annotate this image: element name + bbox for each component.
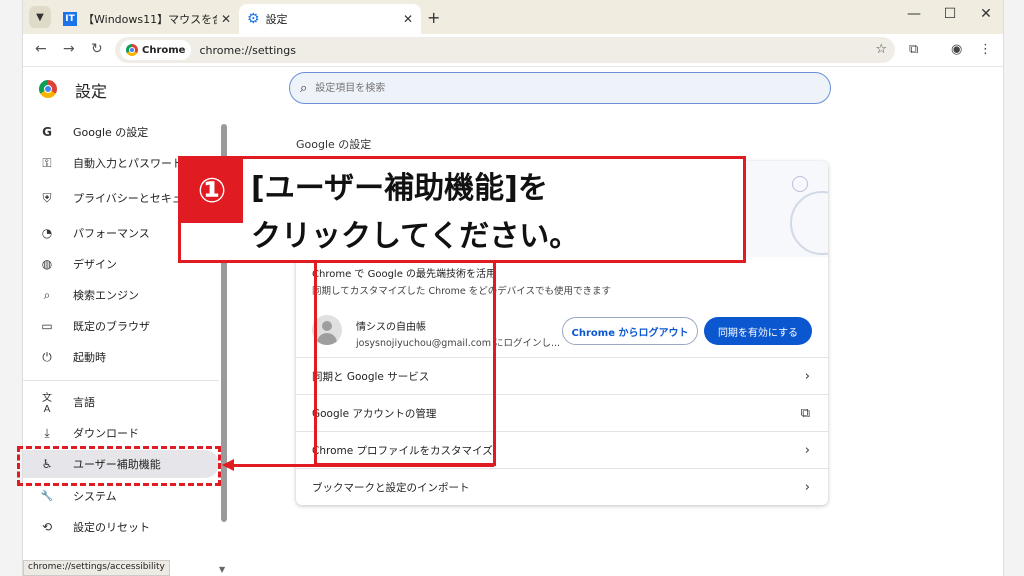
minimize-button[interactable]: — <box>899 6 929 22</box>
maximize-button[interactable]: ☐ <box>935 6 965 22</box>
instruction-callout: ① [ユーザー補助機能]を クリックしてください。 <box>178 156 746 263</box>
sidebar-item-search-engine[interactable]: ⌕ 検索エンジン <box>23 281 219 309</box>
sidebar-item-label: 起動時 <box>73 351 106 364</box>
new-tab-button[interactable]: + <box>427 8 440 27</box>
tab-strip: ▼ IT 【Windows11】マウスを合わせると ✕ ⚙ 設定 ✕ + — ☐… <box>23 0 1003 34</box>
reload-icon[interactable]: ↻ <box>91 41 103 57</box>
sidebar-item-label: 設定のリセット <box>73 521 150 534</box>
sidebar-item-label: パフォーマンス <box>73 227 150 240</box>
sidebar-item-on-startup[interactable]: ⏻ 起動時 <box>23 343 219 371</box>
sidebar-item-label: 既定のブラウザ <box>73 320 150 333</box>
address-bar[interactable]: Chrome chrome://settings ☆ <box>115 37 895 63</box>
gauge-icon: ◔ <box>41 226 53 240</box>
pointer-arrow-line <box>232 464 494 467</box>
pointer-arrow-head-icon <box>222 459 234 471</box>
row-label: ブックマークと設定のインポート <box>312 482 470 494</box>
sidebar-item-downloads[interactable]: ⤓ ダウンロード <box>23 419 219 447</box>
power-icon: ⏻ <box>42 349 52 364</box>
step-number-badge: ① <box>181 159 243 223</box>
close-icon[interactable]: ✕ <box>403 12 413 26</box>
site-info-chip[interactable]: Chrome <box>120 40 192 60</box>
extensions-icon[interactable]: ⧉ <box>909 42 918 57</box>
translate-icon: 文A <box>42 393 52 415</box>
decoration-arc <box>790 191 828 255</box>
sidebar-item-languages[interactable]: 文A 言語 <box>23 388 219 416</box>
tab-title: 設定 <box>265 13 288 26</box>
wrench-icon: 🔧 <box>40 490 54 502</box>
url-text: chrome://settings <box>199 43 296 57</box>
chevron-right-icon: › <box>804 369 810 384</box>
tab-settings[interactable]: ⚙ 設定 ✕ <box>239 4 421 34</box>
page-title: 設定 <box>75 82 108 101</box>
reset-icon: ⟲ <box>41 520 53 534</box>
sidebar-item-system[interactable]: 🔧 システム <box>23 482 219 510</box>
search-input[interactable] <box>313 81 798 95</box>
scroll-down-icon[interactable]: ▼ <box>219 565 225 574</box>
section-title: Google の設定 <box>296 138 372 151</box>
menu-icon[interactable]: ⋮ <box>979 42 992 57</box>
settings-header: 設定 ⌕ <box>23 66 1003 114</box>
sidebar-item-google[interactable]: G Google の設定 <box>23 118 219 146</box>
download-icon: ⤓ <box>44 425 50 440</box>
highlight-box <box>314 244 496 466</box>
sidebar-item-label: 言語 <box>73 396 95 409</box>
toolbar: ← → ↻ Chrome chrome://settings ☆ ⧉ ◉ ⋮ <box>23 34 1003 67</box>
settings-search[interactable]: ⌕ <box>289 72 831 104</box>
close-icon[interactable]: ✕ <box>221 12 231 26</box>
browser-window-icon: ▭ <box>41 319 53 333</box>
decoration-circle <box>792 176 808 192</box>
window-close-button[interactable]: ✕ <box>971 6 1001 22</box>
tab-title: 【Windows11】マウスを合わせると <box>83 13 217 26</box>
browser-window: ▼ IT 【Windows11】マウスを合わせると ✕ ⚙ 設定 ✕ + — ☐… <box>22 0 1004 576</box>
chevron-right-icon: › <box>804 480 810 495</box>
search-icon: ⌕ <box>300 80 308 96</box>
google-icon: G <box>42 125 52 139</box>
chip-label: Chrome <box>142 44 186 56</box>
status-bar-url: chrome://settings/accessibility <box>23 560 170 576</box>
sidebar-item-label: 検索エンジン <box>73 289 139 302</box>
chrome-logo-icon <box>39 80 57 98</box>
profile-icon[interactable]: ◉ <box>951 42 962 57</box>
sidebar-item-default-browser[interactable]: ▭ 既定のブラウザ <box>23 312 219 340</box>
site-favicon-icon: IT <box>63 12 77 26</box>
instruction-line-1: [ユーザー補助機能]を <box>251 171 548 206</box>
sidebar-item-label: ダウンロード <box>73 427 139 440</box>
sidebar-item-label: デザイン <box>73 258 117 271</box>
key-icon: ⚿ <box>42 155 52 170</box>
sidebar-item-reset[interactable]: ⟲ 設定のリセット <box>23 513 219 541</box>
signout-button[interactable]: Chrome からログアウト <box>562 317 698 345</box>
chrome-logo-icon <box>126 44 138 56</box>
instruction-line-2: クリックしてください。 <box>251 219 580 254</box>
tab-search-button[interactable]: ▼ <box>29 6 51 28</box>
chevron-right-icon: › <box>804 443 810 458</box>
star-icon[interactable]: ☆ <box>875 42 887 57</box>
back-icon[interactable]: ← <box>35 41 47 57</box>
sidebar-item-label: システム <box>73 490 117 503</box>
tab-article[interactable]: IT 【Windows11】マウスを合わせると ✕ <box>55 4 239 34</box>
gear-icon: ⚙ <box>247 11 260 27</box>
shield-icon: ⛨ <box>42 190 52 205</box>
forward-icon[interactable]: → <box>63 41 75 57</box>
sidebar-item-label: 自動入力とパスワード <box>73 157 183 170</box>
sidebar-item-label: Google の設定 <box>73 126 149 139</box>
row-import[interactable]: ブックマークと設定のインポート › <box>296 468 828 506</box>
external-link-icon: ⧉ <box>800 406 810 421</box>
divider <box>23 380 219 381</box>
target-highlight-dashed <box>17 446 221 486</box>
sync-button[interactable]: 同期を有効にする <box>704 317 812 345</box>
palette-icon: ◍ <box>41 257 53 271</box>
search-icon: ⌕ <box>43 287 51 302</box>
